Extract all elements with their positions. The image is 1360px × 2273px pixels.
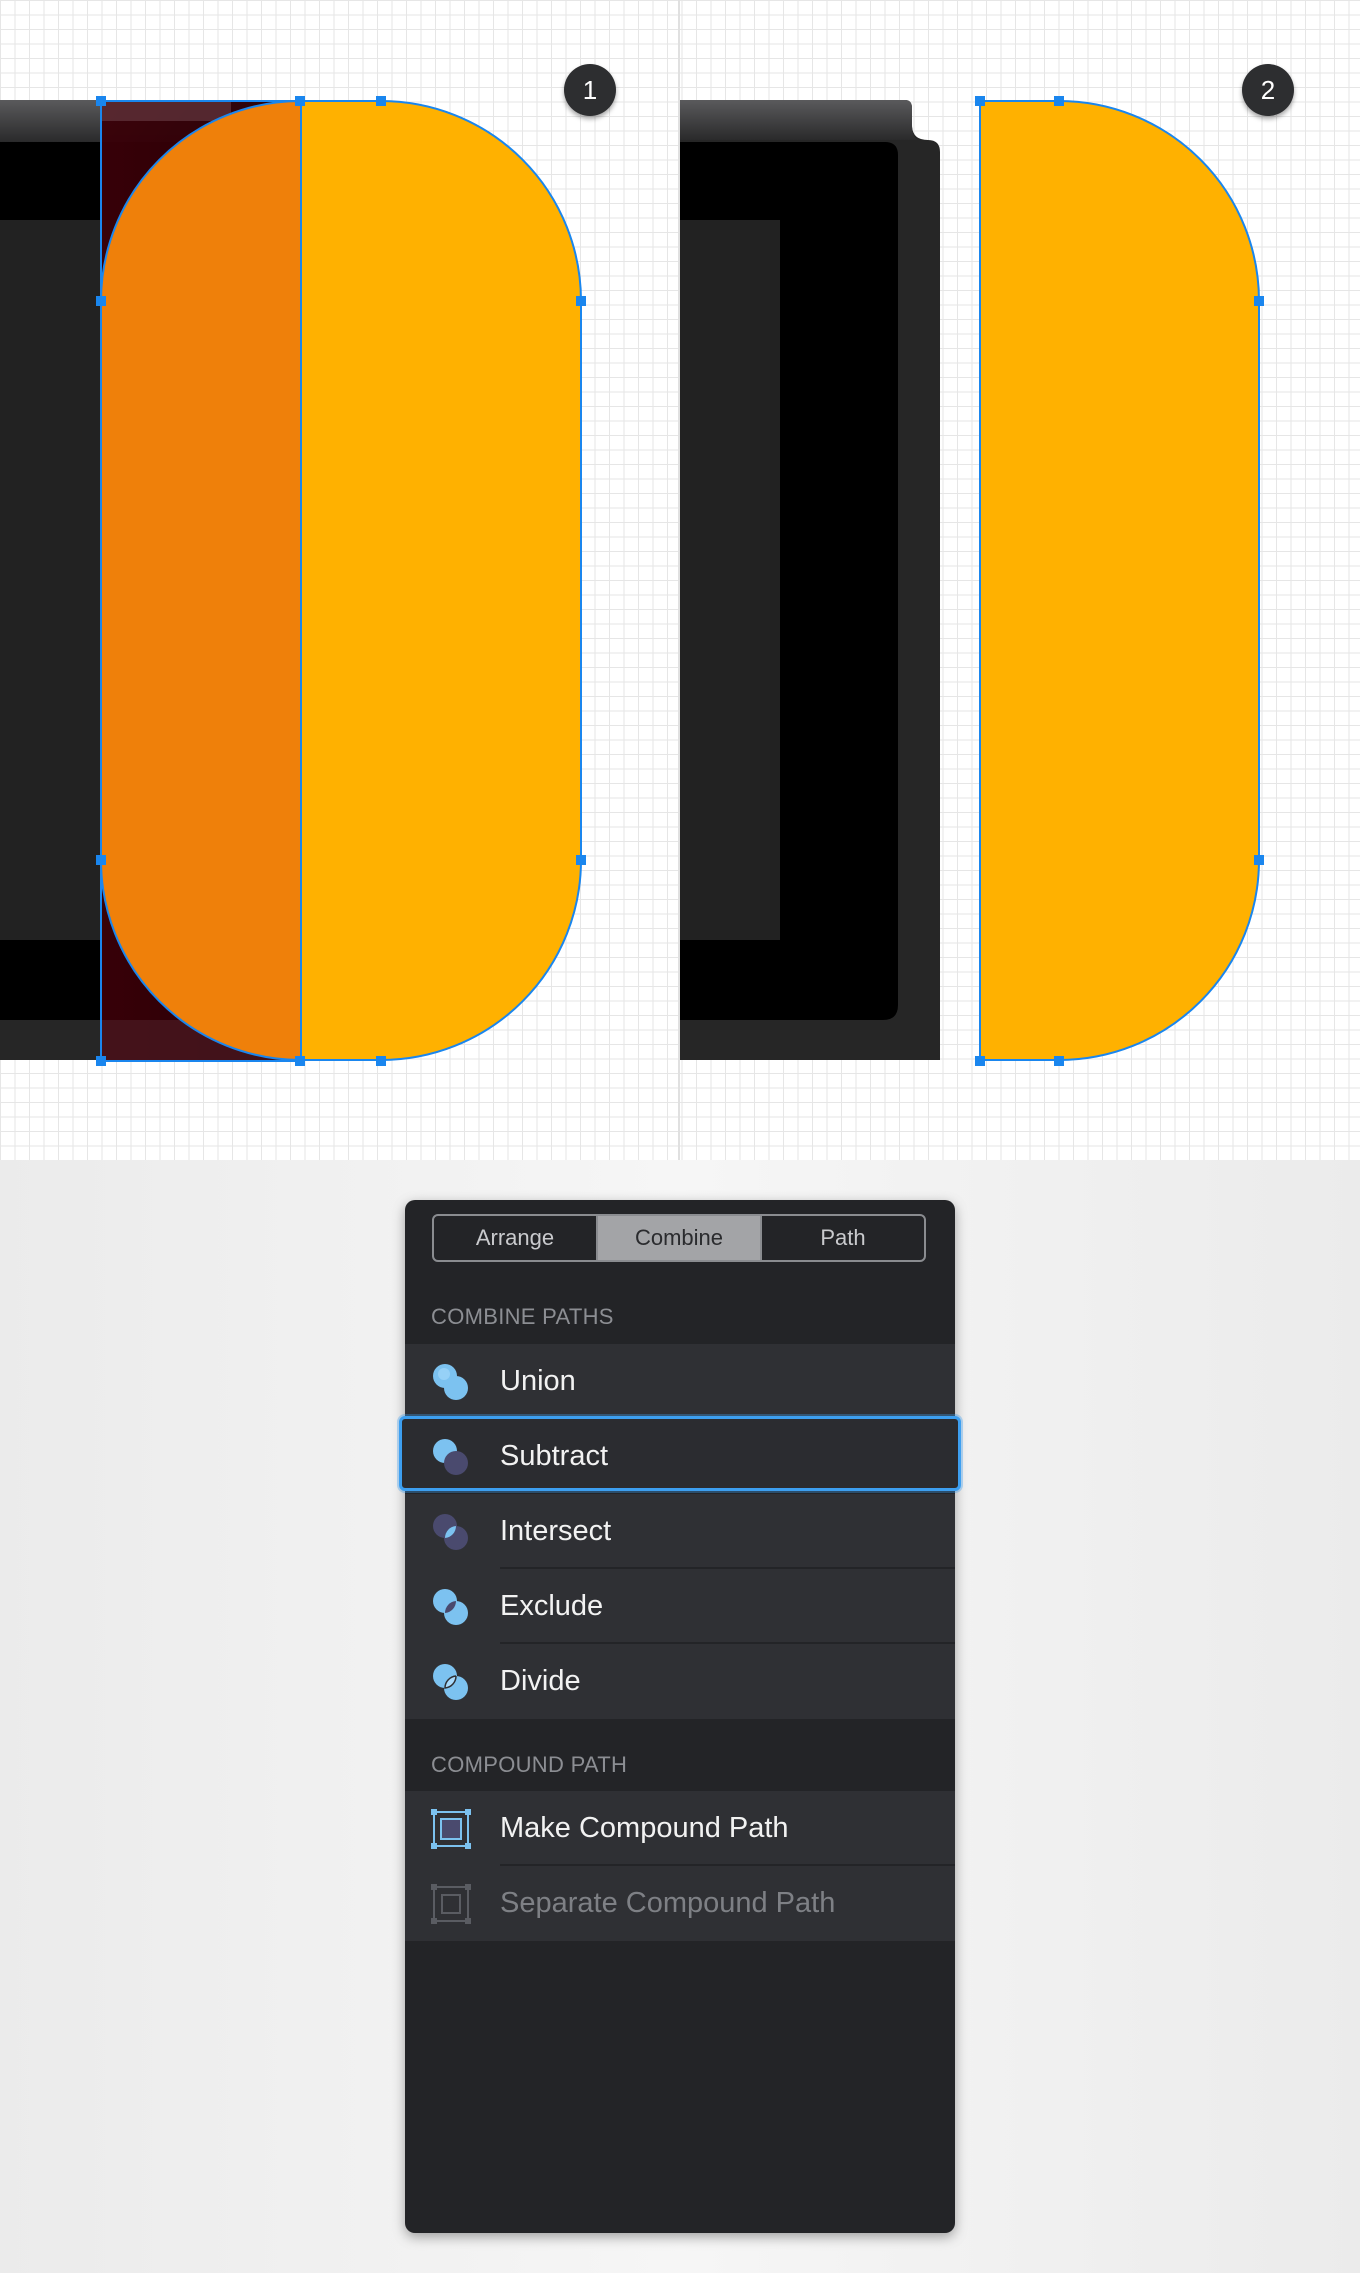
divide-icon: [433, 1664, 468, 1700]
step-divider: [678, 0, 680, 1160]
canvas-artwork[interactable]: [0, 0, 1360, 1160]
divide-button[interactable]: Divide: [405, 1644, 955, 1719]
device-top-bezel-2: [680, 100, 920, 140]
union-label: Union: [500, 1365, 576, 1397]
design-canvas[interactable]: 1 2: [0, 0, 1360, 1160]
intersect-label: Intersect: [500, 1515, 612, 1547]
step-2-artwork: [680, 96, 1264, 1066]
exclude-label: Exclude: [500, 1590, 604, 1622]
tab-path[interactable]: Path: [762, 1216, 924, 1260]
make-compound-path-icon: [431, 1809, 471, 1849]
separate-compound-path-label: Separate Compound Path: [500, 1887, 836, 1919]
union-button[interactable]: Union: [405, 1344, 955, 1419]
result-half-pill: [979, 100, 1260, 1061]
divide-label: Divide: [500, 1665, 581, 1697]
tab-combine[interactable]: Combine: [598, 1216, 762, 1260]
step-badge-1: 1: [564, 64, 616, 116]
step-1-artwork: [0, 96, 586, 1066]
tab-arrange[interactable]: Arrange: [434, 1216, 598, 1260]
make-compound-path-label: Make Compound Path: [500, 1812, 789, 1844]
device-screen-2: [680, 220, 780, 940]
combine-paths-heading: COMBINE PATHS: [431, 1304, 614, 1329]
step-badge-2: 2: [1242, 64, 1294, 116]
exclude-button[interactable]: Exclude: [405, 1569, 955, 1644]
separate-compound-path-icon: [431, 1884, 471, 1924]
exclude-icon: [433, 1589, 468, 1625]
compound-path-heading: COMPOUND PATH: [431, 1752, 628, 1777]
subtract-label: Subtract: [500, 1440, 608, 1472]
intersect-button[interactable]: Intersect: [405, 1494, 955, 1569]
subtract-icon: [433, 1439, 468, 1475]
separate-compound-path-button[interactable]: Separate Compound Path: [405, 1866, 955, 1941]
subtract-button[interactable]: Subtract: [399, 1416, 961, 1491]
combine-panel: Arrange Combine Path COMBINE PATHS Union…: [399, 1200, 961, 2233]
overlap-region: [101, 101, 300, 1060]
union-icon: [433, 1364, 468, 1400]
panel-tabs: Arrange Combine Path: [432, 1214, 926, 1262]
make-compound-path-button[interactable]: Make Compound Path: [405, 1791, 955, 1866]
intersect-icon: [433, 1514, 468, 1550]
